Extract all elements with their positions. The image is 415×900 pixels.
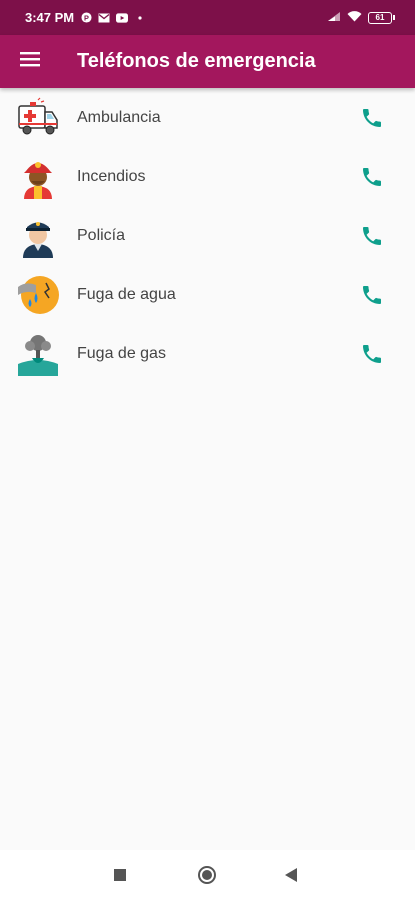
water-leak-icon bbox=[16, 273, 60, 317]
list-item-incendios[interactable]: Incendios bbox=[0, 147, 415, 206]
phone-icon[interactable] bbox=[360, 342, 384, 366]
list-item-fuga-de-gas[interactable]: Fuga de gas bbox=[0, 324, 415, 383]
signal-icon bbox=[327, 10, 341, 25]
ambulance-icon bbox=[16, 96, 60, 140]
battery-icon: 61 bbox=[368, 11, 395, 24]
contact-label: Incendios bbox=[77, 167, 146, 185]
menu-button[interactable] bbox=[0, 35, 60, 88]
hamburger-menu-icon bbox=[20, 51, 40, 72]
contact-label: Policía bbox=[77, 226, 126, 244]
status-bar: 3:47 PM P 61 bbox=[0, 0, 415, 35]
firefighter-icon bbox=[16, 155, 60, 199]
phone-icon[interactable] bbox=[360, 224, 384, 248]
contact-list: Ambulancia Incendios Policía Fuga de agu… bbox=[0, 88, 415, 383]
page-title: Teléfonos de emergencia bbox=[77, 50, 316, 72]
list-item-policia[interactable]: Policía bbox=[0, 206, 415, 265]
battery-level: 61 bbox=[368, 11, 392, 24]
list-item-ambulancia[interactable]: Ambulancia bbox=[0, 88, 415, 147]
recents-square-icon[interactable] bbox=[113, 868, 127, 882]
system-nav-bar bbox=[0, 850, 415, 900]
phone-icon[interactable] bbox=[360, 165, 384, 189]
home-circle-icon[interactable] bbox=[197, 865, 217, 885]
contact-label: Fuga de agua bbox=[77, 285, 176, 303]
gmail-icon bbox=[98, 12, 110, 24]
list-item-fuga-de-agua[interactable]: Fuga de agua bbox=[0, 265, 415, 324]
status-time: 3:47 PM bbox=[25, 10, 75, 25]
wifi-icon bbox=[347, 10, 362, 25]
phone-icon[interactable] bbox=[360, 283, 384, 307]
dot-icon bbox=[134, 12, 146, 24]
contact-label: Ambulancia bbox=[77, 108, 161, 126]
police-icon bbox=[16, 214, 60, 258]
gas-leak-icon bbox=[16, 332, 60, 376]
contact-label: Fuga de gas bbox=[77, 344, 166, 362]
back-triangle-icon[interactable] bbox=[284, 867, 298, 883]
svg-text:P: P bbox=[84, 13, 89, 22]
pinterest-icon: P bbox=[80, 12, 92, 24]
app-bar: Teléfonos de emergencia bbox=[0, 35, 415, 88]
youtube-icon bbox=[116, 12, 129, 24]
phone-icon[interactable] bbox=[360, 106, 384, 130]
